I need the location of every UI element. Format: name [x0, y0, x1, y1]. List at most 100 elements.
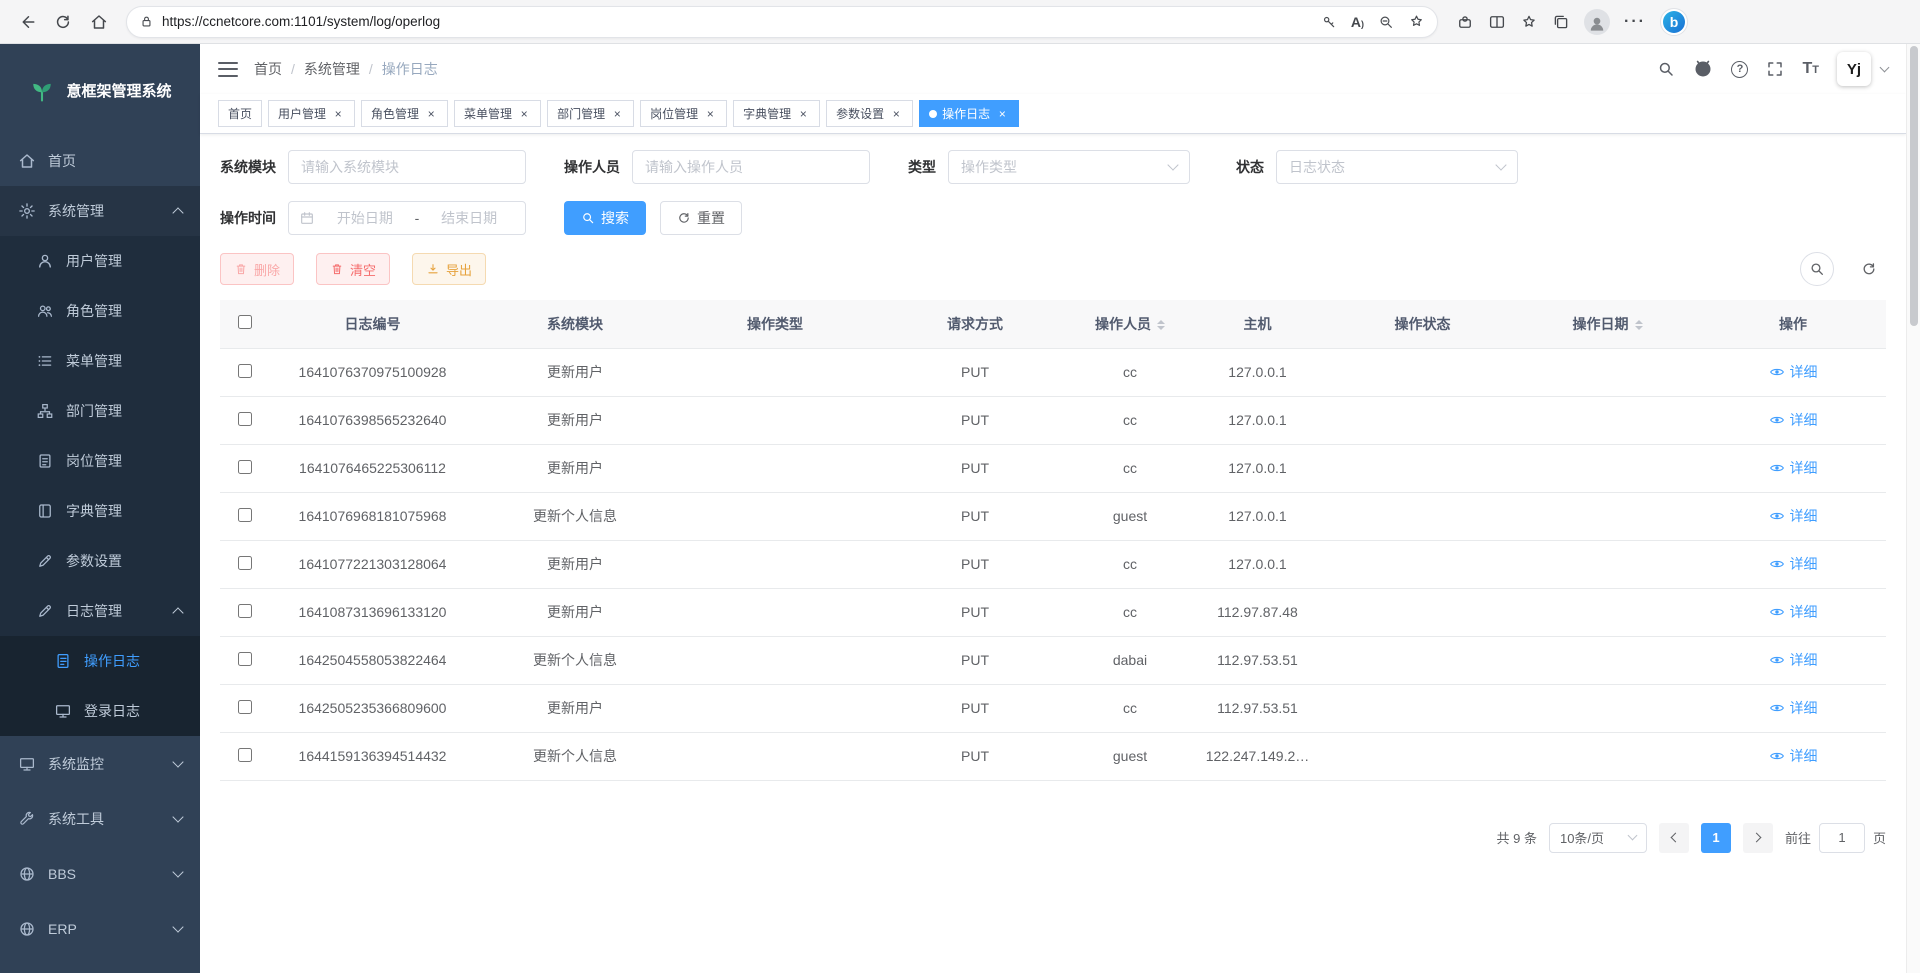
- browser-back-button[interactable]: [10, 5, 44, 39]
- tab-close-icon[interactable]: [796, 107, 810, 121]
- row-checkbox[interactable]: [238, 508, 252, 522]
- browser-more-icon[interactable]: ···: [1624, 13, 1646, 31]
- row-checkbox[interactable]: [238, 364, 252, 378]
- url-text[interactable]: https://ccnetcore.com:1101/system/log/op…: [162, 14, 1313, 29]
- select-all-checkbox[interactable]: [238, 315, 252, 329]
- sidebar-item-erp[interactable]: ERP: [0, 901, 200, 956]
- tab-close-icon[interactable]: [424, 107, 438, 121]
- status-select[interactable]: 日志状态: [1276, 150, 1518, 184]
- sortable-column-operator[interactable]: 操作人员: [1075, 300, 1185, 348]
- page-scrollbar[interactable]: [1906, 44, 1920, 973]
- toggle-search-button[interactable]: [1800, 252, 1834, 286]
- sidebar-item-system-tools[interactable]: 系统工具: [0, 791, 200, 846]
- row-checkbox[interactable]: [238, 604, 252, 618]
- sidebar-item-dept-mgmt[interactable]: 部门管理: [0, 386, 200, 436]
- browser-home-button[interactable]: [82, 5, 116, 39]
- password-key-icon[interactable]: [1321, 14, 1337, 30]
- detail-link[interactable]: 详细: [1769, 746, 1818, 766]
- tab-dicts[interactable]: 字典管理: [733, 100, 820, 127]
- page-size-select[interactable]: 10条/页: [1549, 823, 1647, 853]
- search-button[interactable]: 搜索: [564, 201, 646, 235]
- operator-input[interactable]: [632, 150, 870, 184]
- tab-close-icon[interactable]: [889, 107, 903, 121]
- tab-departments[interactable]: 部门管理: [547, 100, 634, 127]
- tab-close-icon[interactable]: [517, 107, 531, 121]
- text-size-icon[interactable]: [1802, 60, 1819, 78]
- tab-close-icon[interactable]: [610, 107, 624, 121]
- tab-close-icon[interactable]: [995, 107, 1009, 121]
- row-checkbox[interactable]: [238, 748, 252, 762]
- browser-refresh-button[interactable]: [46, 5, 80, 39]
- prev-page-button[interactable]: [1659, 823, 1689, 853]
- detail-link[interactable]: 详细: [1769, 602, 1818, 622]
- detail-link[interactable]: 详细: [1769, 362, 1818, 382]
- detail-link[interactable]: 详细: [1769, 554, 1818, 574]
- clear-button[interactable]: 清空: [316, 253, 390, 285]
- sidebar-item-dict-mgmt[interactable]: 字典管理: [0, 486, 200, 536]
- tab-menus[interactable]: 菜单管理: [454, 100, 541, 127]
- sidebar-item-system-mgmt[interactable]: 系统管理: [0, 186, 200, 236]
- detail-link[interactable]: 详细: [1769, 506, 1818, 526]
- date-range-picker[interactable]: 开始日期 - 结束日期: [288, 201, 526, 235]
- row-checkbox[interactable]: [238, 700, 252, 714]
- tab-close-icon[interactable]: [331, 107, 345, 121]
- next-page-button[interactable]: [1743, 823, 1773, 853]
- delete-button[interactable]: 删除: [220, 253, 294, 285]
- zoom-out-icon[interactable]: [1378, 14, 1394, 30]
- sidebar-item-oper-log[interactable]: 操作日志: [0, 636, 200, 686]
- date-start-placeholder[interactable]: 开始日期: [319, 208, 411, 228]
- sidebar-item-log-mgmt[interactable]: 日志管理: [0, 586, 200, 636]
- detail-link[interactable]: 详细: [1769, 410, 1818, 430]
- sidebar-item-role-mgmt[interactable]: 角色管理: [0, 286, 200, 336]
- date-end-placeholder[interactable]: 结束日期: [423, 208, 515, 228]
- sidebar-toggle-icon[interactable]: [218, 62, 238, 77]
- breadcrumb-system-mgmt[interactable]: 系统管理: [304, 59, 360, 79]
- tab-close-icon[interactable]: [703, 107, 717, 121]
- address-bar[interactable]: https://ccnetcore.com:1101/system/log/op…: [126, 6, 1438, 38]
- help-icon[interactable]: [1731, 61, 1748, 78]
- module-input[interactable]: [288, 150, 526, 184]
- reset-button[interactable]: 重置: [660, 201, 742, 235]
- bing-chat-icon[interactable]: b: [1660, 8, 1688, 36]
- tab-home[interactable]: 首页: [218, 100, 262, 127]
- github-icon[interactable]: [1693, 59, 1713, 79]
- split-screen-icon[interactable]: [1488, 13, 1506, 31]
- row-checkbox[interactable]: [238, 460, 252, 474]
- sidebar-item-post-mgmt[interactable]: 岗位管理: [0, 436, 200, 486]
- detail-link[interactable]: 详细: [1769, 650, 1818, 670]
- detail-link[interactable]: 详细: [1769, 698, 1818, 718]
- sidebar-item-menu-mgmt[interactable]: 菜单管理: [0, 336, 200, 386]
- sidebar-item-login-log[interactable]: 登录日志: [0, 686, 200, 736]
- favorites-bar-icon[interactable]: [1520, 13, 1538, 31]
- row-checkbox[interactable]: [238, 556, 252, 570]
- row-checkbox[interactable]: [238, 412, 252, 426]
- tab-users[interactable]: 用户管理: [268, 100, 355, 127]
- sort-caret-icon[interactable]: [1635, 316, 1643, 334]
- tab-operlog[interactable]: 操作日志: [919, 100, 1019, 127]
- sortable-column-date[interactable]: 操作日期: [1515, 300, 1700, 348]
- sidebar-item-system-monitor[interactable]: 系统监控: [0, 736, 200, 791]
- sidebar-item-param-settings[interactable]: 参数设置: [0, 536, 200, 586]
- tab-posts[interactable]: 岗位管理: [640, 100, 727, 127]
- extensions-icon[interactable]: [1456, 13, 1474, 31]
- scrollbar-thumb[interactable]: [1910, 46, 1918, 326]
- user-avatar[interactable]: Yj: [1837, 52, 1871, 86]
- tab-roles[interactable]: 角色管理: [361, 100, 448, 127]
- detail-link[interactable]: 详细: [1769, 458, 1818, 478]
- collections-icon[interactable]: [1552, 13, 1570, 31]
- sidebar-item-yi-framework[interactable]: Yi框架: [0, 956, 200, 973]
- page-number-1[interactable]: 1: [1701, 823, 1731, 853]
- sidebar-item-home[interactable]: 首页: [0, 136, 200, 186]
- breadcrumb-home[interactable]: 首页: [254, 59, 282, 79]
- export-button[interactable]: 导出: [412, 253, 486, 285]
- fullscreen-icon[interactable]: [1766, 60, 1784, 78]
- read-aloud-icon[interactable]: A): [1351, 15, 1364, 29]
- tab-params[interactable]: 参数设置: [826, 100, 913, 127]
- row-checkbox[interactable]: [238, 652, 252, 666]
- favorite-star-icon[interactable]: [1408, 13, 1425, 30]
- sidebar-item-user-mgmt[interactable]: 用户管理: [0, 236, 200, 286]
- avatar-caret-icon[interactable]: [1880, 63, 1890, 73]
- sidebar-item-bbs[interactable]: BBS: [0, 846, 200, 901]
- browser-profile-avatar[interactable]: [1584, 9, 1610, 35]
- type-select[interactable]: 操作类型: [948, 150, 1190, 184]
